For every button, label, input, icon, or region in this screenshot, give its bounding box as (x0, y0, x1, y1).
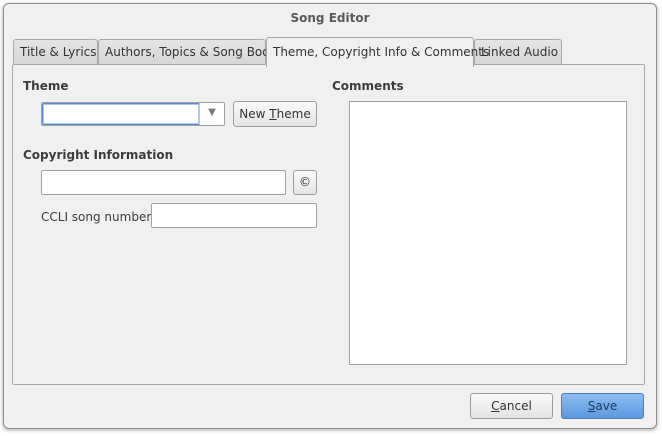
tab-panel: Theme ▼ New Theme Copyright Information … (12, 64, 645, 385)
save-label-rest: ave (595, 399, 618, 413)
save-button[interactable]: Save (561, 393, 644, 419)
ccli-label: CCLI song number: (41, 210, 156, 224)
cancel-label-rest: ancel (499, 399, 532, 413)
cancel-button[interactable]: Cancel (470, 393, 553, 419)
cancel-mnemonic: C (491, 399, 500, 413)
comments-heading: Comments (332, 79, 404, 93)
theme-combobox[interactable]: ▼ (41, 102, 225, 126)
tab-title-lyrics[interactable]: Title & Lyrics (13, 39, 98, 65)
tab-authors-topics-songbook[interactable]: Authors, Topics & Song Book (98, 39, 277, 65)
dialog-title: Song Editor (290, 11, 370, 25)
ccli-song-number-input[interactable] (151, 203, 317, 228)
comments-textarea[interactable] (349, 101, 627, 365)
theme-combobox-field[interactable] (42, 103, 200, 125)
new-theme-button[interactable]: New Theme (233, 101, 317, 127)
chevron-down-icon[interactable]: ▼ (199, 103, 224, 125)
copyright-icon[interactable]: © (293, 170, 317, 195)
new-theme-label-suffix: heme (276, 107, 311, 121)
theme-heading: Theme (23, 79, 69, 93)
new-theme-label-prefix: New (239, 107, 270, 121)
copyright-heading: Copyright Information (23, 148, 174, 162)
song-editor-dialog: Song Editor Title & Lyrics Authors, Topi… (3, 3, 657, 429)
new-theme-label-mnemonic: T (269, 107, 277, 121)
tab-theme-copyright-comments[interactable]: Theme, Copyright Info & Comments (266, 37, 489, 67)
copyright-input[interactable] (41, 170, 286, 195)
